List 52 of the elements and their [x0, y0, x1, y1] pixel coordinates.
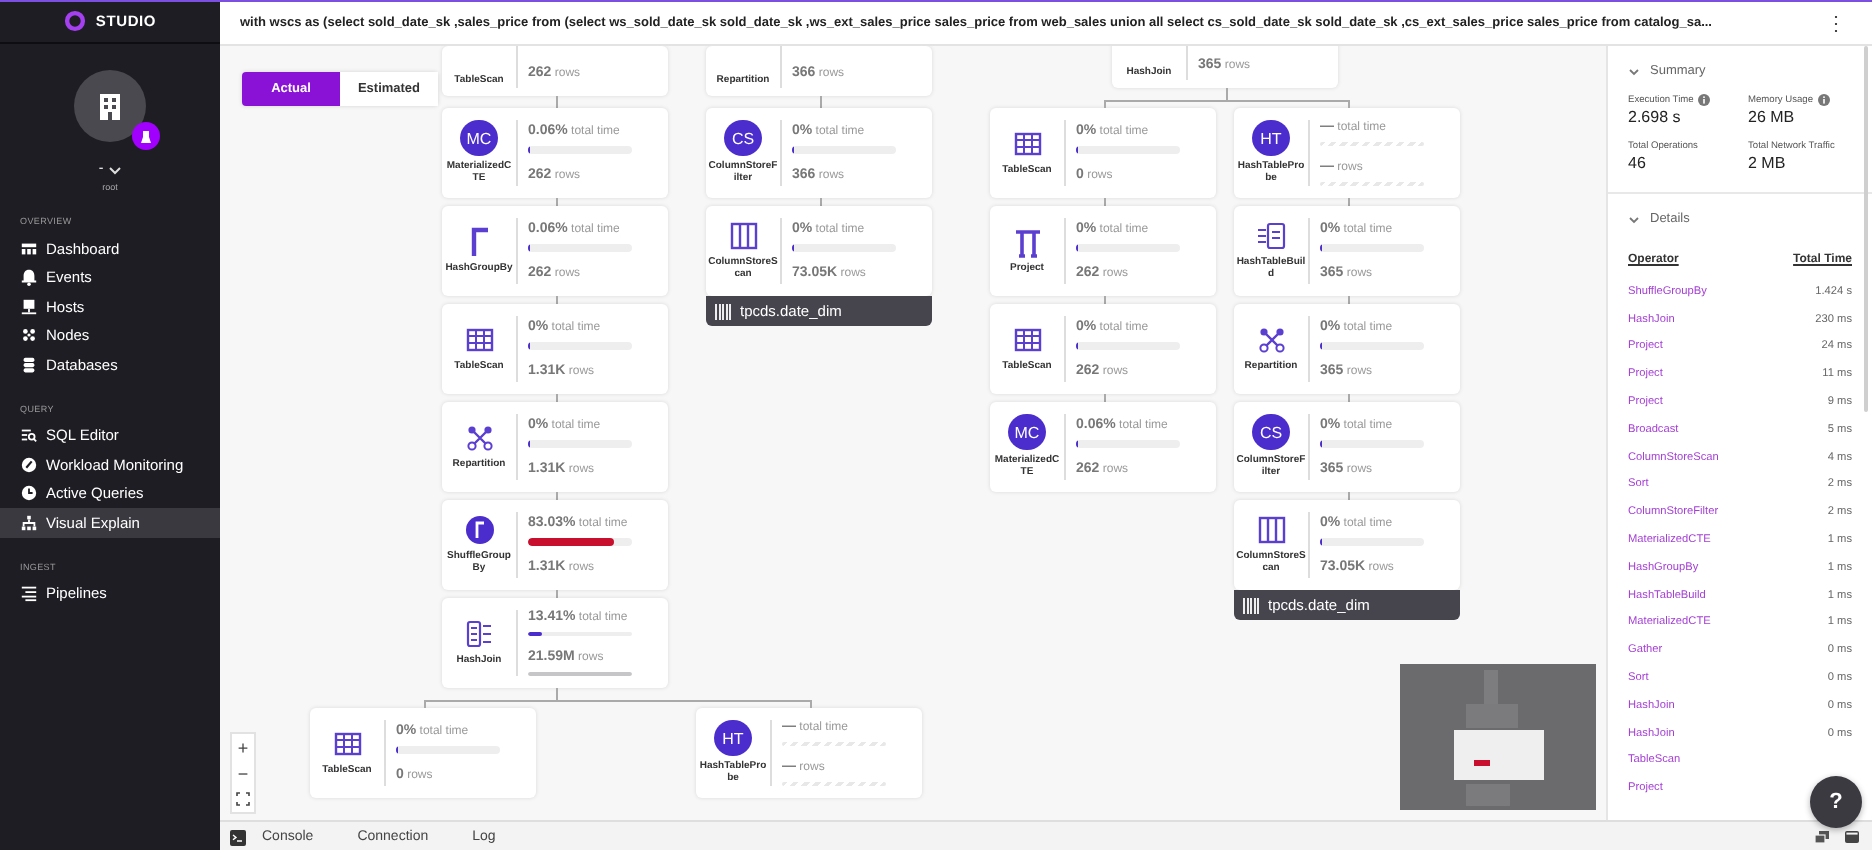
fit-view-button[interactable]: [232, 786, 254, 812]
build-table-icon: [1255, 220, 1287, 253]
operator-badge: MC: [1008, 414, 1046, 451]
columns-icon: [1255, 514, 1287, 547]
operator-badge: HT: [1252, 120, 1290, 157]
terminal-icon: [230, 829, 246, 845]
info-icon: [1697, 94, 1710, 106]
monitor-icon: [20, 297, 38, 316]
table-grid-icon: [1011, 128, 1043, 161]
network-icon: [1255, 324, 1287, 357]
stat-value: 2.698 s: [1628, 108, 1683, 126]
columns-icon: [727, 220, 759, 253]
network-icon: [463, 422, 495, 455]
operator-badge: CS: [1252, 414, 1290, 451]
operator-badge: MC: [460, 120, 498, 157]
stat-value: 26 MB: [1748, 108, 1797, 126]
ring-logo-icon: [63, 10, 86, 32]
zoom-button[interactable]: +: [232, 734, 254, 760]
info-icon: [1817, 94, 1830, 106]
nodes-icon: [20, 326, 38, 345]
chevron-down-icon: [1628, 65, 1640, 77]
window-icon: [1844, 830, 1860, 844]
hierarchy-icon: [20, 513, 38, 532]
windows-icon: [1814, 830, 1830, 844]
gamma-circle-icon: [463, 514, 495, 547]
pi-icon: [1011, 226, 1043, 259]
stat-value: 2 MB: [1748, 154, 1788, 172]
database-icon: [20, 355, 38, 374]
chevron-down-icon: [107, 165, 122, 175]
editor-search-icon: [20, 426, 38, 445]
gauge-icon: [20, 455, 38, 474]
bell-icon: [20, 268, 38, 287]
table-grid-icon: [1011, 324, 1043, 357]
clock-icon: [20, 484, 38, 503]
list-icon: [20, 584, 38, 603]
avatar[interactable]: [74, 70, 146, 142]
operator-badge: HT: [714, 720, 752, 757]
barcode-icon: [1242, 597, 1260, 613]
expand-icon: [236, 792, 250, 806]
flask-icon: [140, 129, 152, 143]
operator-badge: CS: [724, 120, 762, 157]
zoom-button[interactable]: −: [232, 760, 254, 786]
barcode-icon: [714, 303, 732, 319]
table-icon: [20, 239, 38, 258]
stat-value: 46: [1628, 154, 1648, 172]
table-grid-icon: [331, 728, 363, 761]
chevron-down-icon: [1628, 213, 1640, 225]
building-icon: [98, 92, 122, 120]
scrollbar-thumb[interactable]: [1864, 46, 1868, 412]
more-menu-button[interactable]: ⋮: [1816, 11, 1856, 35]
document-list-icon: [463, 618, 495, 651]
table-grid-icon: [463, 324, 495, 357]
